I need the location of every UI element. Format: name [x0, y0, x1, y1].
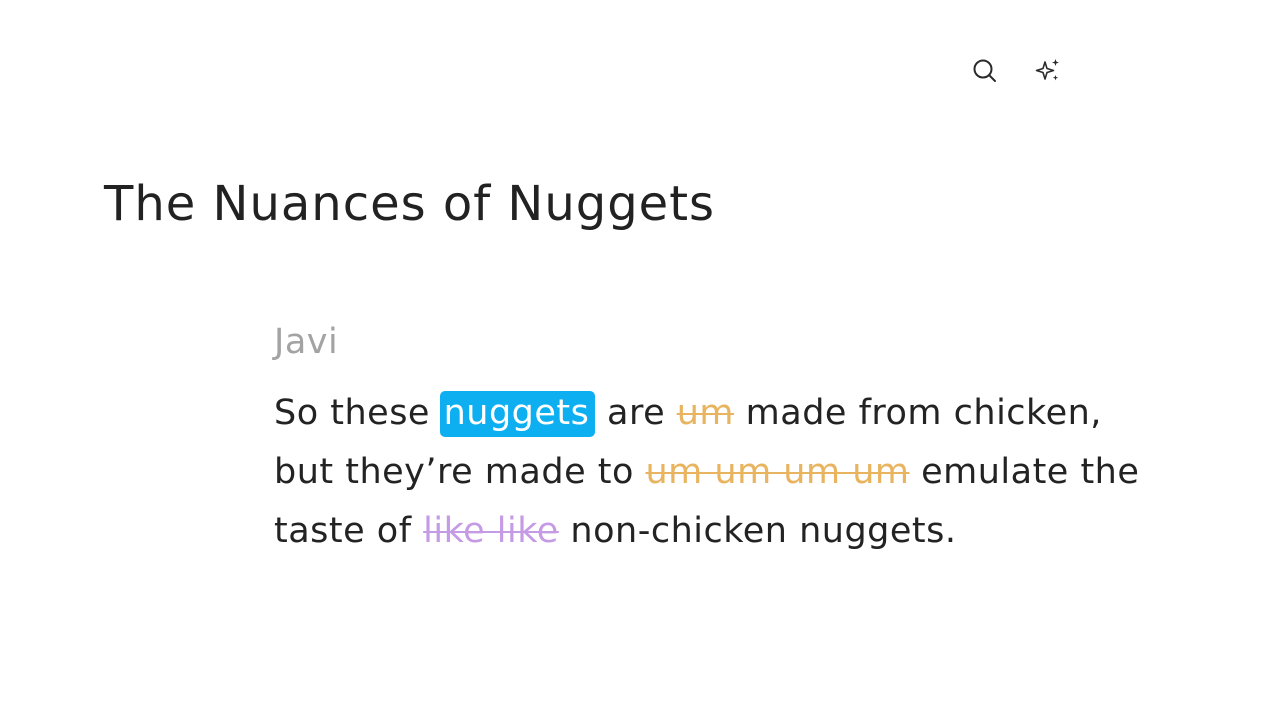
transcript-text: non-chicken nuggets. — [558, 511, 957, 551]
speaker-label[interactable]: Javi — [274, 320, 338, 364]
transcript-text: made from chicken, — [734, 393, 1102, 433]
highlighted-word[interactable]: nuggets — [439, 391, 596, 437]
filler-word-like[interactable]: like like — [423, 511, 559, 551]
transcript-line: but they’re made to um um um um emulate … — [274, 443, 1194, 502]
filler-word-um[interactable]: um — [677, 393, 734, 433]
filler-word-um[interactable]: um um um um — [645, 452, 909, 492]
ai-assist-button[interactable] — [1033, 56, 1063, 86]
transcript-text: are — [595, 393, 677, 433]
transcript-text: emulate the — [909, 452, 1140, 492]
search-button[interactable] — [970, 56, 1000, 86]
transcript-text: So these — [274, 393, 442, 433]
transcript-paragraph[interactable]: So these nuggets are um made from chicke… — [274, 384, 1194, 561]
search-icon — [973, 59, 996, 82]
transcript-line: taste of like like non-chicken nuggets. — [274, 502, 1194, 561]
sparkle-icon — [1035, 59, 1059, 81]
document-title[interactable]: The Nuances of Nuggets — [104, 172, 715, 236]
toolbar — [968, 56, 1078, 86]
transcript-text: but they’re made to — [274, 452, 646, 492]
transcript-text: taste of — [274, 511, 424, 551]
transcript-line: So these nuggets are um made from chicke… — [274, 384, 1194, 443]
